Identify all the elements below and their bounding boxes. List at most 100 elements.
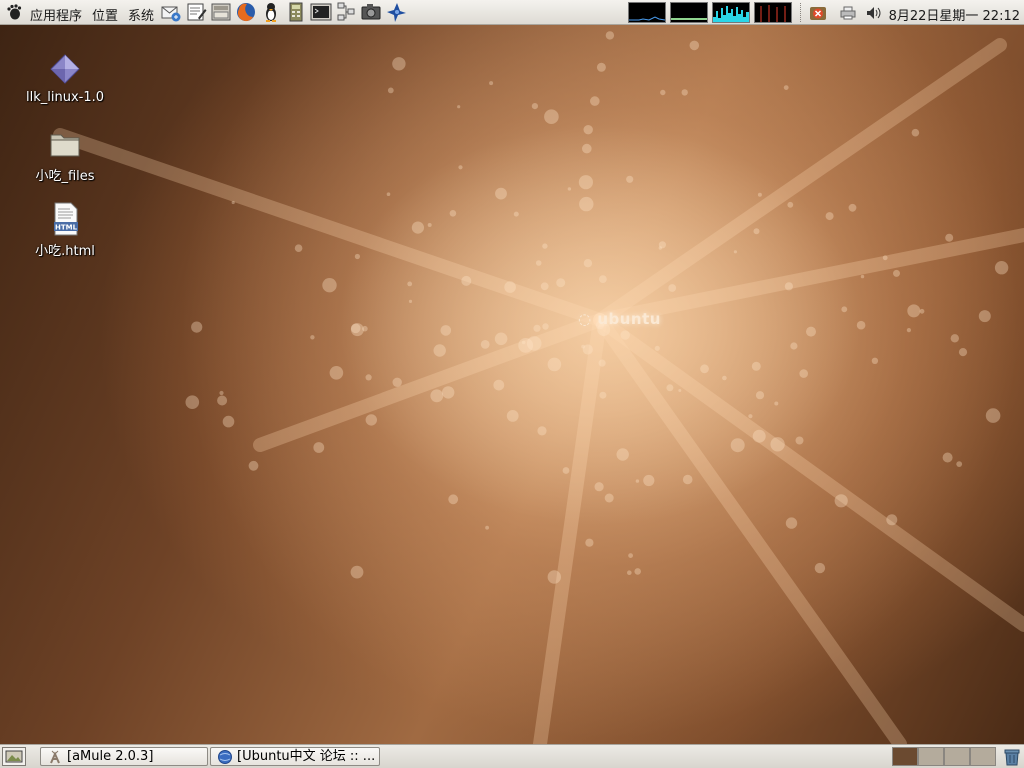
bokeh-dot: [535, 260, 542, 266]
bokeh-dot: [681, 89, 688, 96]
bokeh-dot: [540, 282, 549, 291]
network-monitor-graph[interactable]: [712, 2, 750, 23]
bokeh-dot: [994, 261, 1009, 275]
bokeh-dot: [448, 494, 459, 505]
bokeh-dot: [329, 366, 344, 380]
terminal-icon[interactable]: [310, 1, 332, 23]
bokeh-dot: [248, 460, 259, 471]
desktop-icon-html-file[interactable]: HTML 小吃.html: [10, 202, 120, 259]
bokeh-dot: [599, 391, 607, 399]
bokeh-dot: [599, 275, 607, 283]
update-notifier-icon[interactable]: [808, 3, 828, 23]
bokeh-dot: [313, 442, 325, 453]
screenshot-camera-icon[interactable]: [360, 1, 382, 23]
bokeh-dot: [407, 281, 413, 287]
workspace-3[interactable]: [944, 747, 970, 766]
top-panel: 应用程序 位置 系统 8月22日星期一 22:12: [0, 0, 1024, 25]
menu-system[interactable]: 系统: [128, 5, 154, 24]
bokeh-dot: [544, 109, 559, 124]
bokeh-dot: [457, 105, 461, 109]
bokeh-dot: [882, 255, 888, 261]
bokeh-dot: [748, 414, 753, 419]
bokeh-dot: [907, 304, 921, 318]
bokeh-dot: [598, 359, 606, 367]
desktop-icon-llk-linux[interactable]: llk_linux-1.0: [10, 52, 120, 105]
panel-separator: [800, 3, 803, 22]
network-icon[interactable]: [335, 1, 357, 23]
bokeh-dot: [354, 253, 360, 260]
bokeh-dot: [578, 175, 594, 190]
firefox-globe-icon: [218, 750, 232, 764]
desktop-icon-files-folder[interactable]: 小吃_files: [10, 127, 120, 184]
text-editor-icon[interactable]: [185, 1, 207, 23]
calculator-icon[interactable]: [285, 1, 307, 23]
bokeh-dot: [504, 281, 516, 293]
bokeh-dot: [526, 336, 542, 351]
bokeh-dot: [660, 89, 666, 96]
taskbar-button-amule[interactable]: [aMule 2.0.3]: [40, 747, 208, 766]
firefox-icon[interactable]: [235, 1, 257, 23]
bokeh-dot: [480, 340, 490, 349]
qq-penguin-icon[interactable]: [260, 1, 282, 23]
desktop-background[interactable]: ◌ ubuntu llk_linux-1.0 小吃_files HTML 小吃.…: [0, 25, 1024, 744]
bokeh-dot: [219, 390, 224, 396]
bokeh-dot: [752, 429, 766, 443]
bokeh-dot: [583, 125, 593, 135]
bokeh-dot: [392, 377, 402, 387]
bokeh-dot: [860, 274, 865, 279]
show-desktop-icon: [5, 750, 23, 763]
bokeh-dot: [562, 467, 570, 474]
desktop-icon-label: llk_linux-1.0: [25, 90, 104, 105]
bokeh-dot: [440, 325, 452, 336]
bokeh-dot: [387, 87, 394, 94]
bokeh-dot: [814, 562, 826, 574]
bokeh-dot: [365, 374, 372, 381]
printer-icon[interactable]: [838, 3, 858, 23]
bokeh-dot: [841, 306, 848, 313]
show-desktop-button[interactable]: [2, 747, 26, 766]
bokeh-dot: [682, 474, 693, 485]
blue-app-icon[interactable]: [385, 1, 407, 23]
bokeh-dot: [654, 345, 660, 351]
workspace-4[interactable]: [970, 747, 996, 766]
bokeh-dot: [978, 310, 991, 323]
bokeh-dot: [493, 379, 505, 391]
load-monitor-graph[interactable]: [754, 2, 792, 23]
bokeh-dot: [582, 143, 592, 154]
desktop-icon-label: 小吃_files: [35, 169, 95, 184]
bokeh-dot: [506, 410, 519, 422]
trash-icon[interactable]: [1002, 746, 1022, 767]
bokeh-dot: [834, 494, 848, 508]
bokeh-dot: [191, 321, 203, 333]
taskbar-button-firefox[interactable]: [Ubuntu中文 论坛 :: ...: [210, 747, 380, 766]
bokeh-dot: [689, 40, 700, 51]
desktop-icon-label: 小吃.html: [35, 244, 95, 259]
bokeh-dot: [945, 233, 954, 242]
workspace-1[interactable]: [892, 747, 918, 766]
bokeh-dot: [430, 389, 444, 403]
menu-applications[interactable]: 应用程序: [30, 5, 82, 24]
workspace-2[interactable]: [918, 747, 944, 766]
clock[interactable]: 8月22日星期一 22:12: [889, 5, 1020, 24]
file-manager-icon[interactable]: [210, 1, 232, 23]
cpu-monitor-graph[interactable]: [628, 2, 666, 23]
volume-icon[interactable]: [864, 3, 884, 23]
bokeh-dot: [322, 278, 337, 293]
menu-places[interactable]: 位置: [92, 5, 118, 24]
bokeh-dot: [294, 244, 303, 252]
bokeh-dot: [730, 438, 745, 453]
bokeh-dot: [616, 448, 629, 461]
taskbar-button-label: [aMule 2.0.3]: [67, 749, 154, 764]
evolution-mail-icon[interactable]: [160, 1, 182, 23]
memory-monitor-graph[interactable]: [670, 2, 708, 23]
bokeh-dot: [185, 395, 200, 410]
bokeh-dot: [581, 344, 585, 349]
bokeh-dot: [533, 324, 541, 332]
bokeh-dot: [956, 461, 963, 467]
folder-icon: [50, 134, 80, 157]
bokeh-dot: [579, 196, 594, 212]
bokeh-dot: [590, 96, 600, 106]
bokeh-dot: [386, 192, 391, 196]
gnome-foot-icon[interactable]: [6, 4, 22, 20]
bokeh-dot: [886, 514, 898, 526]
